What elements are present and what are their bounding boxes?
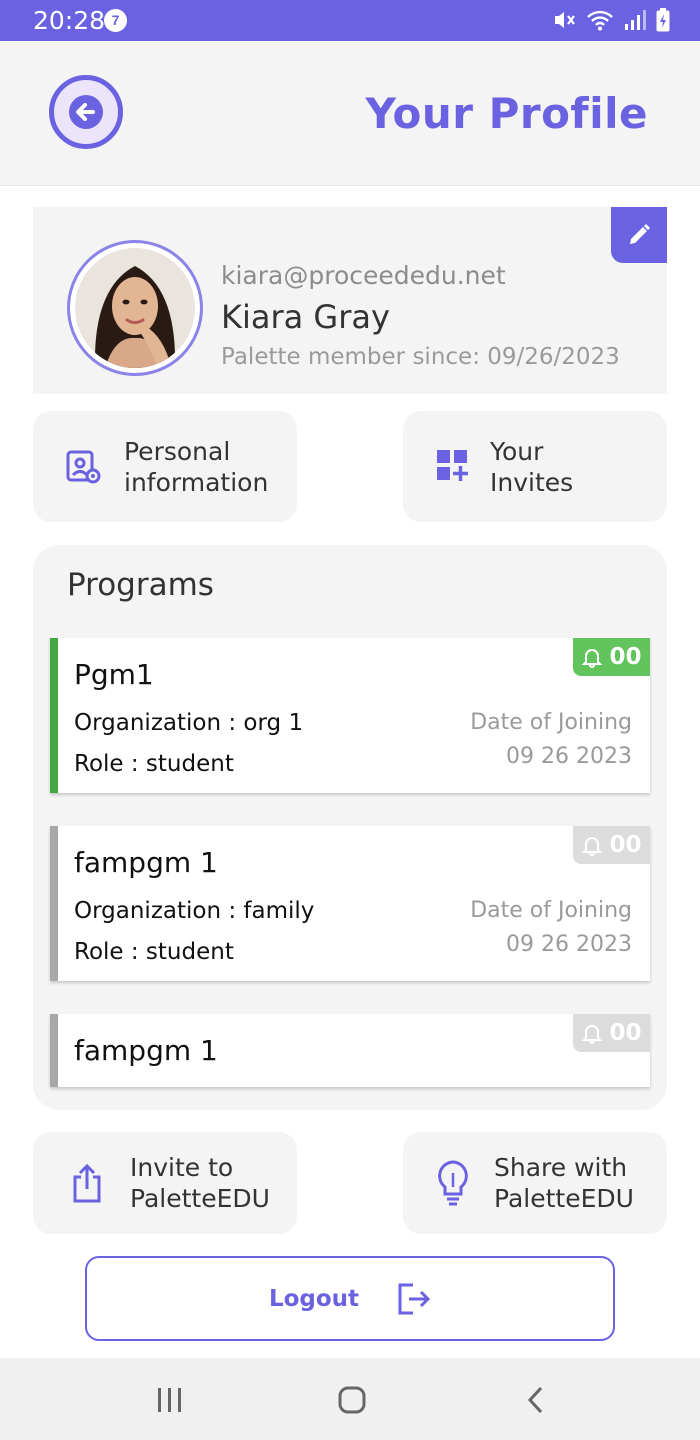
program-notification-count: 00 — [609, 832, 642, 858]
programs-panel: Programs Pgm1 Organization : org 1 Role … — [33, 545, 667, 1110]
date-of-joining-label: Date of Joining — [470, 898, 632, 923]
logout-icon — [398, 1283, 431, 1314]
share-upload-icon — [73, 1163, 101, 1203]
date-of-joining-value: 09 26 2023 — [506, 932, 632, 957]
program-role: Role : student — [74, 751, 234, 777]
programs-title: Programs — [67, 567, 214, 603]
app-header: Your Profile — [0, 41, 700, 186]
share-with-paletteedu-button[interactable]: Share with PaletteEDU — [403, 1132, 667, 1234]
edit-profile-button[interactable] — [611, 207, 667, 263]
back-button[interactable] — [49, 75, 123, 149]
profile-card: kiara@proceededu.net Kiara Gray Palette … — [33, 207, 667, 394]
bell-icon — [582, 837, 603, 856]
wifi-icon — [587, 10, 613, 31]
status-bar: 20:28 7 — [0, 0, 700, 41]
program-card[interactable]: Pgm1 Organization : org 1 Role : student… — [50, 638, 650, 793]
program-notification-chip[interactable]: 00 — [573, 826, 650, 864]
program-organization: Organization : org 1 — [74, 710, 304, 736]
bell-icon — [582, 649, 603, 668]
battery-icon — [656, 8, 670, 32]
bell-icon — [582, 1025, 603, 1044]
home-button[interactable] — [332, 1380, 372, 1420]
invite-to-paletteedu-button[interactable]: Invite to PaletteEDU — [33, 1132, 297, 1234]
pencil-icon — [630, 224, 650, 244]
program-name: fampgm 1 — [74, 1034, 218, 1067]
date-of-joining-label: Date of Joining — [470, 710, 632, 735]
profile-email: kiara@proceededu.net — [221, 261, 506, 290]
home-icon — [338, 1386, 366, 1414]
arrow-left-icon — [69, 95, 103, 129]
logout-label: Logout — [268, 1285, 360, 1312]
personal-information-button[interactable]: Personal information — [33, 411, 297, 522]
program-status-accent — [50, 826, 58, 981]
status-time: 20:28 — [33, 6, 106, 35]
logout-button[interactable]: Logout — [85, 1256, 615, 1341]
chevron-left-icon — [527, 1386, 543, 1414]
program-notification-count: 00 — [609, 644, 642, 670]
date-of-joining-value: 09 26 2023 — [506, 744, 632, 769]
status-icons — [552, 8, 670, 32]
member-since: Palette member since: 09/26/2023 — [221, 344, 620, 370]
your-invites-button[interactable]: Your Invites — [403, 411, 667, 522]
program-notification-chip[interactable]: 00 — [573, 638, 650, 676]
recent-apps-button[interactable] — [150, 1380, 190, 1420]
program-notification-count: 00 — [609, 1020, 642, 1046]
notification-count-badge: 7 — [104, 9, 127, 32]
lightbulb-icon — [438, 1160, 468, 1206]
avatar[interactable] — [67, 240, 203, 376]
grid-add-icon — [437, 450, 468, 481]
recent-apps-icon — [158, 1388, 181, 1412]
program-name: Pgm1 — [74, 658, 154, 691]
program-status-accent — [50, 638, 58, 793]
your-invites-label: Your Invites — [490, 437, 574, 497]
avatar-image — [75, 248, 195, 368]
program-organization: Organization : family — [74, 898, 315, 924]
profile-settings-icon — [66, 450, 101, 484]
mute-icon — [555, 12, 575, 28]
personal-information-label: Personal information — [124, 437, 269, 497]
share-label: Share with PaletteEDU — [494, 1153, 634, 1213]
program-role: Role : student — [74, 939, 234, 965]
signal-icon — [625, 10, 646, 30]
profile-name: Kiara Gray — [221, 298, 390, 336]
program-name: fampgm 1 — [74, 846, 218, 879]
program-notification-chip[interactable]: 00 — [573, 1014, 650, 1052]
system-back-button[interactable] — [516, 1380, 556, 1420]
program-status-accent — [50, 1014, 58, 1087]
program-card[interactable]: fampgm 1 Organization : family Role : st… — [50, 826, 650, 981]
page-title: Your Profile — [365, 89, 648, 138]
system-nav-bar — [0, 1358, 700, 1440]
invite-label: Invite to PaletteEDU — [130, 1153, 270, 1213]
program-card[interactable]: fampgm 1 00 — [50, 1014, 650, 1087]
